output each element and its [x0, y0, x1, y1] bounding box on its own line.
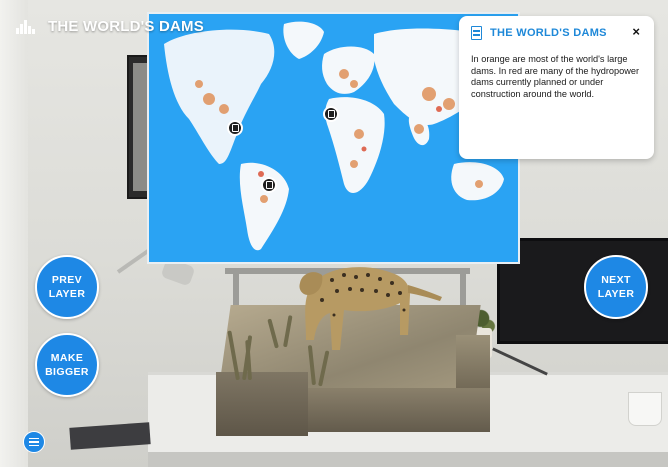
- app-title: THE WORLD'S DAMS: [48, 18, 204, 35]
- prev-layer-label-line2: LAYER: [48, 288, 86, 300]
- info-panel-title: THE WORLD'S DAMS: [490, 27, 607, 39]
- coffee-mug: [628, 392, 662, 426]
- north-america-dam-pin[interactable]: [227, 120, 243, 136]
- info-panel-body: In orange are most of the world's large …: [471, 54, 640, 99]
- next-layer-label-line1: NEXT: [601, 274, 631, 286]
- hamburger-menu-icon[interactable]: [23, 431, 45, 453]
- prev-layer-label-line1: PREV: [51, 274, 83, 286]
- prev-layer-button[interactable]: PREV LAYER: [35, 255, 99, 319]
- next-layer-label-line2: LAYER: [597, 288, 635, 300]
- leopard-model: [299, 267, 442, 350]
- make-bigger-label-line2: BIGGER: [45, 366, 89, 378]
- diorama-block: [216, 372, 308, 436]
- south-america-dam-pin[interactable]: [261, 177, 277, 193]
- document-icon: [471, 26, 482, 40]
- door-frame: [0, 0, 28, 467]
- europe-dam-pin[interactable]: [323, 106, 339, 122]
- dam-icon: [16, 19, 38, 34]
- app-header: THE WORLD'S DAMS: [16, 18, 204, 35]
- close-button[interactable]: ×: [632, 24, 640, 39]
- make-bigger-button[interactable]: MAKE BIGGER: [35, 333, 99, 397]
- make-bigger-label-line1: MAKE: [50, 352, 84, 364]
- next-layer-button[interactable]: NEXT LAYER: [584, 255, 648, 319]
- info-panel: THE WORLD'S DAMS × In orange are most of…: [459, 16, 654, 159]
